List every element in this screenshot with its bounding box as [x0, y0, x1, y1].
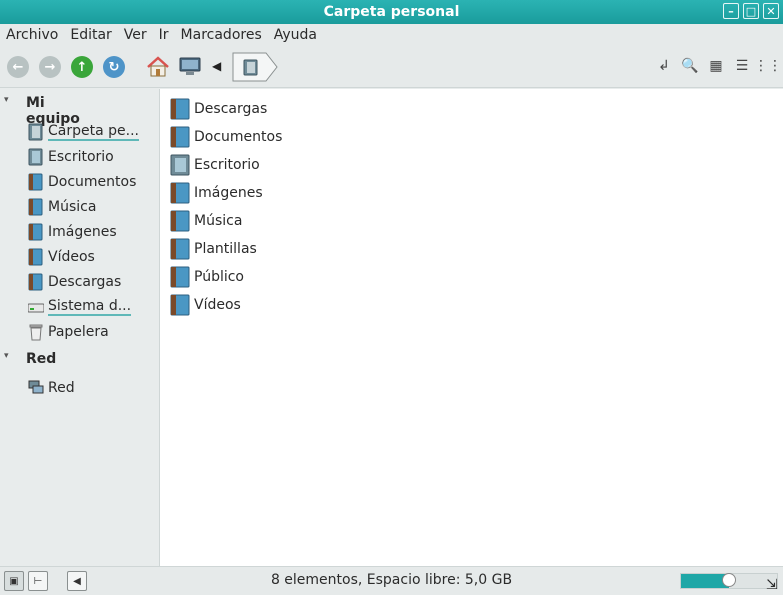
file-item-documentos[interactable]: Documentos: [170, 125, 282, 149]
tree-icon: ⊢: [33, 575, 43, 587]
collapse-arrow-icon[interactable]: ▾: [4, 95, 9, 105]
menu-editar[interactable]: Editar: [64, 27, 117, 43]
file-item-imagenes[interactable]: Imágenes: [170, 181, 263, 205]
window-title: Carpeta personal: [323, 4, 460, 20]
sidebar: ▾ Mi equipo Carpeta pe... Escritorio Doc…: [0, 89, 160, 566]
sidebar-item-imagenes[interactable]: Imágenes: [28, 221, 117, 243]
compact-view-icon[interactable]: ⋮⋮: [754, 57, 782, 75]
toolbar: ← → ↑ ↻ ◀ ↲ 🔍 ▦ ☰ ⋮⋮: [0, 46, 783, 88]
folder-icon: [28, 173, 43, 191]
menu-marcadores[interactable]: Marcadores: [175, 27, 268, 43]
desktop-folder-icon: [28, 148, 43, 166]
crumb-scroll-left-icon[interactable]: ◀: [212, 59, 221, 73]
up-button[interactable]: ↑: [71, 56, 93, 78]
sidebar-item-escritorio[interactable]: Escritorio: [28, 146, 114, 168]
zoom-slider[interactable]: [680, 573, 778, 589]
trash-icon: [29, 324, 43, 341]
sidebar-item-descargas[interactable]: Descargas: [28, 271, 121, 293]
folder-icon: [170, 294, 190, 316]
show-places-button[interactable]: ▣: [4, 571, 24, 591]
sidebar-item-red[interactable]: Red: [28, 377, 75, 399]
close-button[interactable]: ✕: [763, 3, 779, 19]
home-icon[interactable]: [146, 55, 170, 79]
folder-icon: [170, 238, 190, 260]
folder-icon: [170, 126, 190, 148]
menu-archivo[interactable]: Archivo: [0, 27, 64, 43]
breadcrumb-home[interactable]: [232, 52, 278, 82]
arrow-right-icon: →: [44, 59, 56, 75]
arrow-up-icon: ↑: [76, 59, 88, 75]
sidebar-item-documentos[interactable]: Documentos: [28, 171, 136, 193]
title-bar: Carpeta personal – □ ✕: [0, 0, 783, 24]
folder-icon: [170, 182, 190, 204]
file-item-musica[interactable]: Música: [170, 209, 242, 233]
resize-grip-icon[interactable]: ⇲: [766, 577, 778, 593]
home-folder-icon: [28, 123, 43, 141]
window-controls: – □ ✕: [723, 3, 779, 19]
sidebar-item-sistema-de-archivos[interactable]: Sistema d...: [28, 296, 132, 318]
drive-icon: [28, 303, 44, 313]
folder-icon: [28, 248, 43, 266]
file-item-descargas[interactable]: Descargas: [170, 97, 267, 121]
minimize-button[interactable]: –: [723, 3, 739, 19]
file-item-publico[interactable]: Público: [170, 265, 244, 289]
folder-icon: [28, 198, 43, 216]
file-item-plantillas[interactable]: Plantillas: [170, 237, 257, 261]
maximize-button[interactable]: □: [743, 3, 759, 19]
reload-button[interactable]: ↻: [103, 56, 125, 78]
folder-icon: [28, 273, 43, 291]
sidebar-item-videos[interactable]: Vídeos: [28, 246, 95, 268]
view-tools: ↲ 🔍 ▦ ☰ ⋮⋮: [655, 57, 782, 75]
hide-sidebar-button[interactable]: ◀: [67, 571, 87, 591]
sidebar-item-musica[interactable]: Música: [28, 196, 96, 218]
folder-icon: [28, 223, 43, 241]
list-view-icon[interactable]: ☰: [733, 57, 751, 75]
file-item-videos[interactable]: Vídeos: [170, 293, 241, 317]
arrow-left-icon: ←: [12, 59, 24, 75]
folder-icon: [170, 266, 190, 288]
collapse-pane-icon: ◀: [73, 575, 81, 587]
forward-button[interactable]: →: [39, 56, 61, 78]
network-icon: [28, 380, 44, 394]
menu-ir[interactable]: Ir: [153, 27, 175, 43]
menu-ver[interactable]: Ver: [118, 27, 153, 43]
collapse-arrow-icon[interactable]: ▾: [4, 351, 9, 361]
menu-ayuda[interactable]: Ayuda: [268, 27, 323, 43]
zoom-slider-knob[interactable]: [722, 573, 736, 587]
computer-icon[interactable]: [178, 55, 202, 79]
folder-icon: [170, 98, 190, 120]
file-item-escritorio[interactable]: Escritorio: [170, 153, 260, 177]
search-icon[interactable]: 🔍: [681, 57, 699, 75]
file-view: Descargas Documentos Escritorio Imágenes…: [160, 89, 783, 566]
status-text: 8 elementos, Espacio libre: 5,0 GB: [270, 572, 513, 588]
show-tree-button[interactable]: ⊢: [28, 571, 48, 591]
reload-icon: ↻: [108, 59, 120, 75]
desktop-folder-icon: [170, 154, 190, 176]
folder-icon: [170, 210, 190, 232]
icon-view-icon[interactable]: ▦: [707, 57, 725, 75]
sidebar-item-papelera[interactable]: Papelera: [28, 321, 109, 343]
back-button[interactable]: ←: [7, 56, 29, 78]
menu-bar: Archivo Editar Ver Ir Marcadores Ayuda: [0, 24, 783, 46]
folder-pane-icon: ▣: [9, 575, 19, 587]
sidebar-item-carpeta-personal[interactable]: Carpeta pe...: [28, 121, 139, 143]
enter-location-icon[interactable]: ↲: [655, 57, 673, 75]
status-bar: 8 elementos, Espacio libre: 5,0 GB ▣ ⊢ ◀…: [0, 566, 783, 595]
